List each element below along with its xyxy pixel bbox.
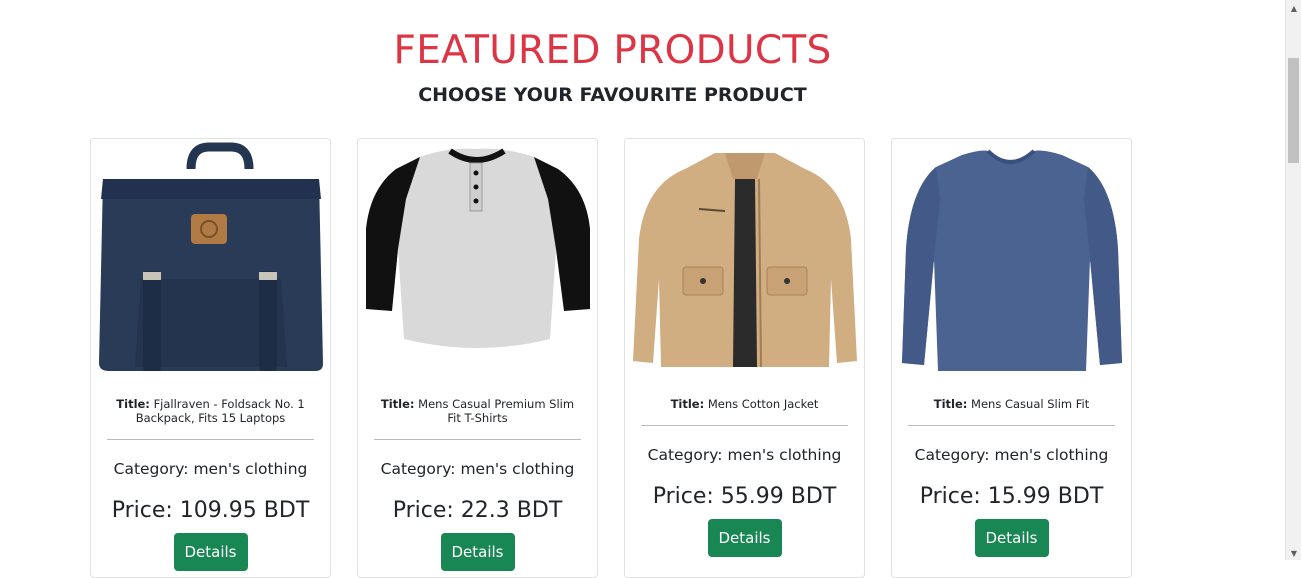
scrollbar-thumb[interactable] (1288, 58, 1299, 163)
product-price: Price: 22.3 BDT (392, 498, 563, 523)
product-card: Title: Fjallraven - Foldsack No. 1 Backp… (90, 138, 331, 578)
page-title: FEATURED PRODUCTS (393, 28, 832, 73)
product-price: Price: 55.99 BDT (652, 484, 837, 509)
scroll-down-arrow-icon[interactable]: ▼ (1291, 549, 1297, 558)
divider (641, 425, 848, 426)
product-category: Category: men's clothing (914, 446, 1109, 464)
product-image[interactable] (892, 139, 1131, 379)
divider (908, 425, 1115, 426)
product-category: Category: men's clothing (380, 460, 575, 478)
details-button[interactable]: Details (173, 533, 248, 571)
product-card: Title: Mens Cotton Jacket Category: men'… (624, 138, 865, 578)
details-button[interactable]: Details (974, 519, 1049, 557)
product-title: Title: Mens Casual Premium Slim Fit T-Sh… (380, 397, 575, 425)
scroll-up-arrow-icon[interactable]: ▲ (1291, 4, 1297, 13)
divider (107, 439, 314, 440)
product-image[interactable] (625, 139, 864, 379)
product-price: Price: 109.95 BDT (111, 498, 310, 523)
product-category: Category: men's clothing (113, 460, 308, 478)
product-price: Price: 15.99 BDT (919, 484, 1104, 509)
product-category: Category: men's clothing (647, 446, 842, 464)
details-button[interactable]: Details (440, 533, 515, 571)
product-title: Title: Mens Cotton Jacket (670, 397, 819, 411)
details-button[interactable]: Details (707, 519, 782, 557)
product-image[interactable] (358, 139, 597, 379)
product-card: Title: Mens Casual Premium Slim Fit T-Sh… (357, 138, 598, 578)
product-title: Title: Fjallraven - Foldsack No. 1 Backp… (116, 397, 305, 425)
divider (374, 439, 581, 440)
product-title: Title: Mens Casual Slim Fit (933, 397, 1090, 411)
product-image[interactable] (91, 139, 330, 379)
page-subtitle: CHOOSE YOUR FAVOURITE PRODUCT (418, 84, 807, 106)
product-card: Title: Mens Casual Slim Fit Category: me… (891, 138, 1132, 578)
vertical-scrollbar[interactable]: ▲ ▼ (1285, 0, 1301, 560)
page: FEATURED PRODUCTS CHOOSE YOUR FAVOURITE … (0, 0, 1285, 578)
